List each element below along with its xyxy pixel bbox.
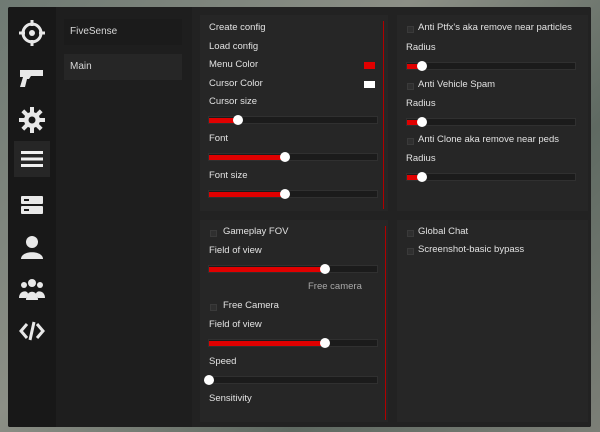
anti-vehicle-checkbox[interactable] — [407, 83, 414, 90]
radius1-label: Radius — [406, 42, 436, 53]
content-area: Create config Load config Menu Color Cur… — [192, 7, 591, 427]
menu-color-swatch[interactable] — [364, 62, 375, 69]
misc-panel: Global Chat Screenshot-basic bypass — [397, 220, 588, 422]
menu-icon[interactable] — [14, 141, 50, 177]
gear-icon[interactable] — [14, 102, 50, 138]
sensitivity-label: Sensitivity — [209, 393, 252, 404]
speed-label: Speed — [209, 356, 237, 367]
fov2-slider[interactable] — [208, 338, 378, 348]
font-label: Font — [209, 133, 229, 144]
tab-main[interactable]: Main — [64, 54, 182, 80]
scrollbar-accent[interactable] — [385, 226, 386, 420]
user-icon[interactable] — [14, 229, 50, 265]
crosshair-icon[interactable] — [14, 15, 50, 51]
free-camera-checkbox[interactable] — [210, 304, 217, 311]
free-camera-label: Free Camera — [223, 300, 279, 311]
speed-slider[interactable] — [204, 375, 378, 385]
global-chat-label: Global Chat — [418, 226, 469, 237]
anti-ptfx-checkbox[interactable] — [407, 26, 414, 33]
menu-color-label: Menu Color — [209, 59, 259, 70]
screenshot-bypass-label: Screenshot-basic bypass — [418, 244, 525, 255]
cursor-color-label: Cursor Color — [209, 78, 263, 89]
fov1-slider[interactable] — [208, 264, 378, 274]
font-size-slider[interactable] — [208, 189, 378, 199]
cursor-color-swatch[interactable] — [364, 81, 375, 88]
radius3-label: Radius — [406, 153, 436, 164]
radius1-slider[interactable] — [406, 61, 576, 71]
load-config-button[interactable]: Load config — [209, 41, 258, 52]
cursor-size-slider[interactable] — [208, 115, 378, 125]
anti-ptfx-label: Anti Ptfx's aka remove near particles — [418, 22, 572, 33]
icon-sidebar — [8, 7, 56, 427]
server-icon[interactable] — [14, 187, 50, 223]
global-chat-checkbox[interactable] — [407, 230, 414, 237]
create-config-button[interactable]: Create config — [209, 22, 266, 33]
radius2-slider[interactable] — [406, 117, 576, 127]
tab-fivesense[interactable]: FiveSense — [64, 19, 182, 45]
font-size-label: Font size — [209, 170, 248, 181]
free-camera-heading: Free camera — [308, 281, 362, 292]
anti-clone-label: Anti Clone aka remove near peds — [418, 134, 559, 145]
fov1-label: Field of view — [209, 245, 262, 256]
radius3-slider[interactable] — [406, 172, 576, 182]
tab-list: FiveSense Main — [56, 7, 192, 427]
radius2-label: Radius — [406, 98, 436, 109]
config-panel: Create config Load config Menu Color Cur… — [200, 15, 388, 211]
menu-window: FiveSense Main Create config Load config… — [8, 7, 591, 427]
gameplay-fov-checkbox[interactable] — [210, 230, 217, 237]
cursor-size-label: Cursor size — [209, 96, 258, 107]
protection-panel: Anti Ptfx's aka remove near particles Ra… — [397, 15, 588, 211]
anti-clone-checkbox[interactable] — [407, 138, 414, 145]
anti-vehicle-label: Anti Vehicle Spam — [418, 79, 496, 90]
fov2-label: Field of view — [209, 319, 262, 330]
screenshot-bypass-checkbox[interactable] — [407, 248, 414, 255]
gameplay-fov-label: Gameplay FOV — [223, 226, 289, 237]
scrollbar-accent[interactable] — [383, 21, 384, 209]
gun-icon[interactable] — [14, 59, 50, 95]
camera-panel: Gameplay FOV Field of view Free camera F… — [200, 220, 388, 422]
font-slider[interactable] — [208, 152, 378, 162]
group-icon[interactable] — [14, 271, 50, 307]
code-icon[interactable] — [14, 313, 50, 349]
